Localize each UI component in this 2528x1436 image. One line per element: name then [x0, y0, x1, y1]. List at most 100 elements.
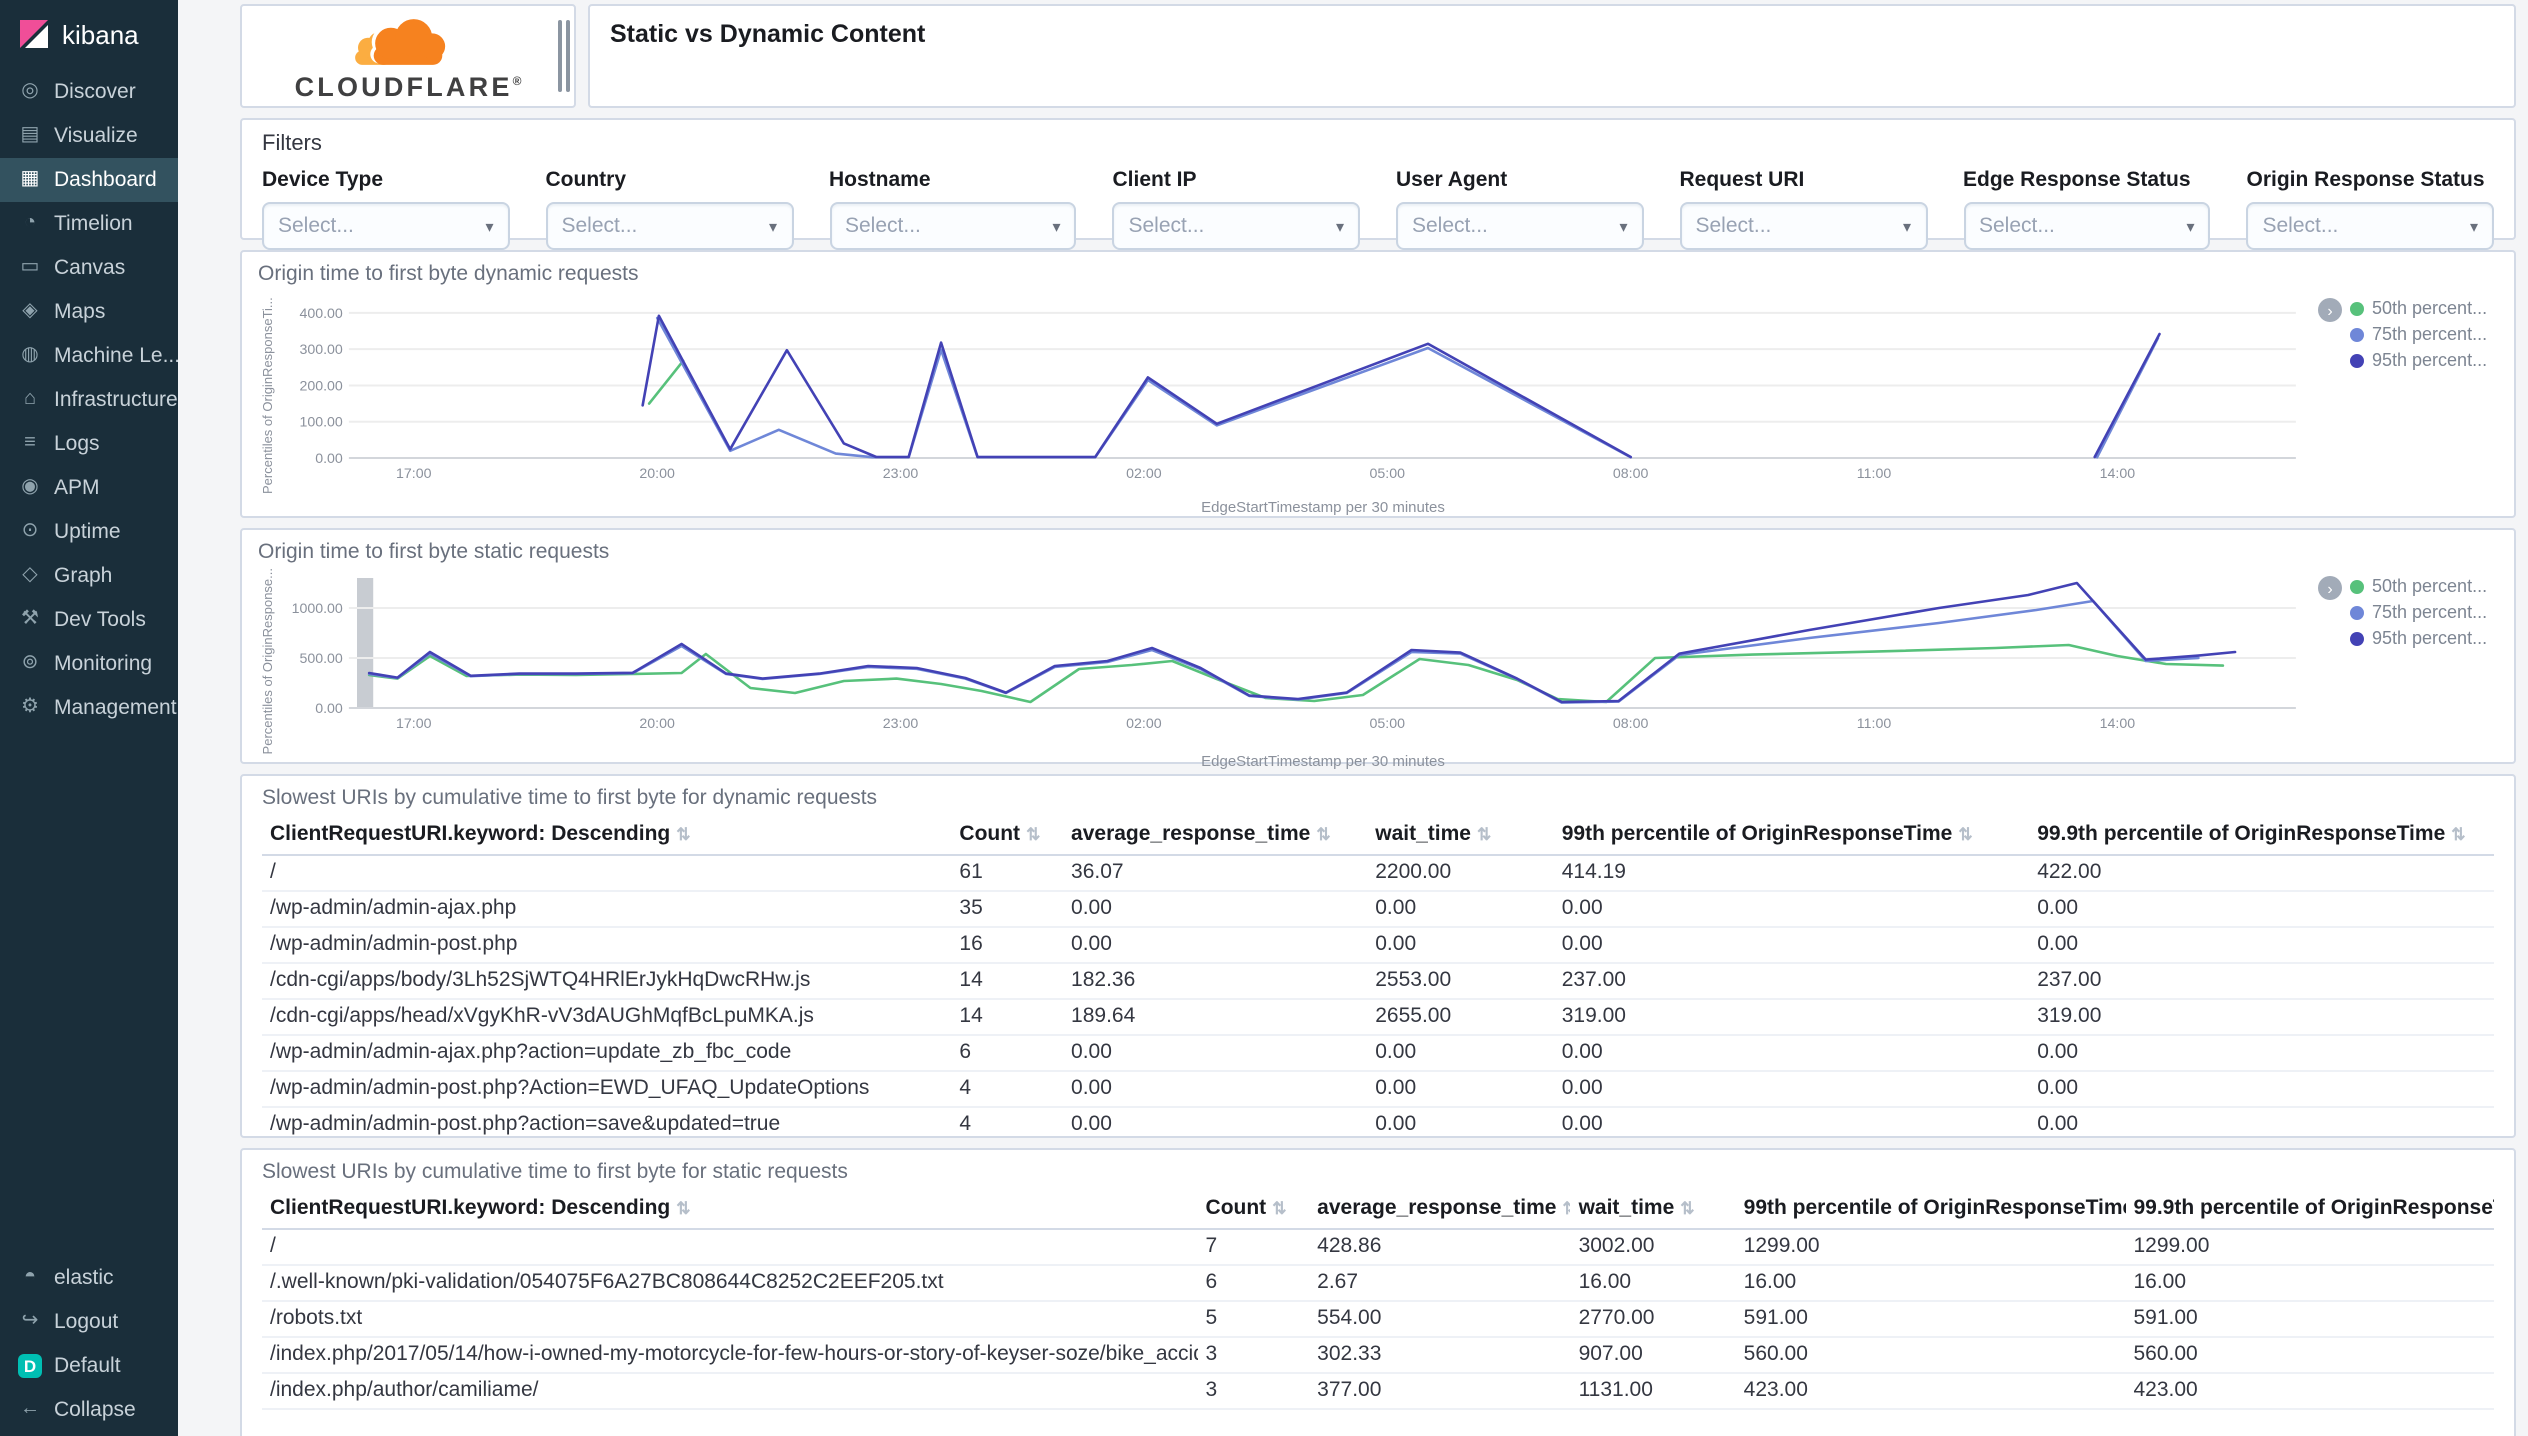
column-header[interactable]: Count ⇅ [951, 814, 1064, 856]
y-tick-label: 1000.00 [292, 600, 343, 616]
column-header[interactable]: average_response_time⇅ [1063, 814, 1368, 856]
sidebar-item-logs[interactable]: ≡ Logs [0, 422, 178, 466]
filter-select-device-type[interactable]: Select... ▾ [262, 202, 510, 250]
series-95th-percentile [369, 583, 2235, 702]
select-placeholder: Select... [1979, 214, 2055, 238]
graph-icon: ◇ [22, 564, 38, 586]
sidebar-item-graph[interactable]: ◇ Graph [0, 554, 178, 598]
machine-learning-icon: ◍ [21, 344, 39, 366]
filter-group-user-agent: User Agent Select... ▾ [1396, 168, 1644, 250]
filter-select-hostname[interactable]: Select... ▾ [829, 202, 1077, 250]
sidebar-item-visualize[interactable]: ▤ Visualize [0, 114, 178, 158]
sidebar-item-default-space[interactable]: D Default [0, 1344, 178, 1388]
kibana-brand-label: kibana [62, 19, 139, 49]
uri-cell: /index.php/2017/05/14/how-i-owned-my-mot… [262, 1337, 1198, 1374]
sidebar-item-dev-tools[interactable]: ⚒ Dev Tools [0, 598, 178, 642]
filter-select-request-uri[interactable]: Select... ▾ [1679, 202, 1927, 250]
filter-select-country[interactable]: Select... ▾ [545, 202, 793, 250]
column-header[interactable]: ClientRequestURI.keyword: Descending ⇅ [262, 1188, 1198, 1230]
table-row: /61 36.07 2200.00 414.19 422.00 [262, 855, 2494, 892]
select-placeholder: Select... [845, 214, 921, 238]
sidebar-item-machine-learning[interactable]: ◍ Machine Le... [0, 334, 178, 378]
column-header[interactable]: 99th percentile of OriginResponseTime⇅ [1553, 814, 2030, 856]
line-chart-static: 0.00 500.00 1000.00 17:00 20:00 23:00 02:00 05:… [280, 568, 2306, 754]
column-header[interactable]: Count ⇅ [1197, 1188, 1310, 1230]
column-header[interactable]: 99.9th percentile of OriginResponseTime⇅ [2029, 814, 2494, 856]
select-placeholder: Select... [278, 214, 354, 238]
column-header[interactable]: wait_time ⇅ [1570, 1188, 1736, 1230]
legend-items: 50th percent... 75th percent... 95th perce… [2350, 298, 2487, 500]
sidebar-item-logout[interactable]: ↪ Logout [0, 1300, 178, 1344]
value-cell: 4 [951, 1071, 1064, 1108]
value-cell: 3 [1197, 1337, 1310, 1374]
legend-item[interactable]: 95th percent... [2350, 350, 2487, 370]
value-cell: 591.00 [2125, 1301, 2494, 1338]
chart-panel-dynamic-requests: Origin time to first byte dynamic reques… [240, 250, 2516, 518]
legend-item[interactable]: 75th percent... [2350, 602, 2487, 622]
kibana-brand[interactable]: kibana [0, 0, 178, 70]
sidebar-item-discover[interactable]: ◎ Discover [0, 70, 178, 114]
sidebar-item-label: Timelion [54, 212, 133, 236]
filter-select-client-ip[interactable]: Select... ▾ [1112, 202, 1360, 250]
legend-item[interactable]: 50th percent... [2350, 298, 2487, 318]
legend-color-dot [2350, 353, 2364, 367]
column-header[interactable]: ClientRequestURI.keyword: Descending ⇅ [262, 814, 952, 856]
value-cell: 554.00 [1309, 1301, 1571, 1338]
chevron-down-icon: ▾ [768, 217, 777, 235]
column-header[interactable]: average_response_time⇅ [1309, 1188, 1571, 1230]
legend-item[interactable]: 95th percent... [2350, 628, 2487, 648]
legend-item[interactable]: 75th percent... [2350, 324, 2487, 344]
column-header-label: 99th percentile of OriginResponseTime [1561, 822, 1953, 846]
select-placeholder: Select... [1128, 214, 1205, 238]
sidebar-item-management[interactable]: ⚙ Management [0, 686, 178, 730]
column-header-label: ClientRequestURI.keyword: Descending [270, 1196, 671, 1220]
sort-icon: ⇅ [1026, 824, 1041, 844]
sidebar-item-infrastructure[interactable]: ⌂ Infrastructure [0, 378, 178, 422]
sidebar-item-label: Graph [54, 564, 113, 588]
sidebar-item-elastic[interactable]: ◓ elastic [0, 1256, 178, 1300]
sort-icon: ⇅ [676, 1198, 691, 1218]
column-header-label: 99.9th percentile of OriginResponseTime [2133, 1196, 2494, 1220]
sidebar-item-collapse[interactable]: ← Collapse [0, 1388, 178, 1432]
chevron-down-icon: ▾ [1052, 217, 1061, 235]
sidebar-item-monitoring[interactable]: ⊚ Monitoring [0, 642, 178, 686]
value-cell: 1299.00 [1735, 1229, 2126, 1266]
uri-cell: /wp-admin/admin-ajax.php [262, 891, 952, 928]
sidebar-item-label: Monitoring [54, 652, 153, 676]
dev-tools-icon: ⚒ [21, 608, 39, 630]
y-tick-label: 0.00 [315, 450, 343, 466]
uri-cell: /wp-admin/admin-post.php?Action=EWD_UFAQ… [262, 1071, 952, 1108]
table-row: /cdn-cgi/apps/body/3Lh52SjWTQ4HRlErJykHq… [262, 963, 2494, 1000]
legend-toggle-button[interactable]: › [2318, 298, 2342, 322]
sort-icon: ⇅ [1316, 824, 1331, 844]
sidebar-item-label: Canvas [54, 256, 126, 280]
value-cell: 0.00 [2029, 1071, 2494, 1108]
filter-select-user-agent[interactable]: Select... ▾ [1396, 202, 1644, 250]
sidebar-item-canvas[interactable]: ▭ Canvas [0, 246, 178, 290]
value-cell: 907.00 [1570, 1337, 1736, 1374]
table-header-row: ClientRequestURI.keyword: Descending ⇅ Cou… [262, 1188, 2494, 1230]
column-header-label: 99.9th percentile of OriginResponseTime [2037, 822, 2446, 846]
column-header[interactable]: 99.9th percentile of OriginResponseTime⇅ [2125, 1188, 2494, 1230]
value-cell: 2200.00 [1367, 855, 1554, 892]
chart-panel-static-requests: Origin time to first byte static request… [240, 528, 2516, 770]
filter-select-origin-response-status[interactable]: Select... ▾ [2246, 202, 2494, 250]
chevron-down-icon: ▾ [1335, 217, 1344, 235]
select-placeholder: Select... [561, 214, 638, 238]
legend-toggle-button[interactable]: › [2318, 576, 2342, 600]
sidebar-item-uptime[interactable]: ⊙ Uptime [0, 510, 178, 554]
sidebar-item-maps[interactable]: ◈ Maps [0, 290, 178, 334]
sidebar-item-timelion[interactable]: ◔ Timelion [0, 202, 178, 246]
sidebar-item-apm[interactable]: ◉ APM [0, 466, 178, 510]
table-row: /.well-known/pki-validation/054075F6A27B… [262, 1265, 2494, 1302]
sidebar-item-label: Machine Le... [54, 344, 178, 368]
filter-select-edge-response-status[interactable]: Select... ▾ [1963, 202, 2211, 250]
filter-group-country: Country Select... ▾ [545, 168, 793, 250]
chart-title: Origin time to first byte static request… [258, 540, 610, 564]
x-tick-label: 20:00 [639, 715, 675, 731]
legend-item[interactable]: 50th percent... [2350, 576, 2487, 596]
column-header[interactable]: wait_time ⇅ [1367, 814, 1554, 856]
sidebar-item-dashboard[interactable]: ▦ Dashboard [0, 158, 178, 202]
column-header[interactable]: 99th percentile of OriginResponseTime⇅ [1735, 1188, 2126, 1230]
timelion-icon: ◔ [23, 212, 37, 234]
